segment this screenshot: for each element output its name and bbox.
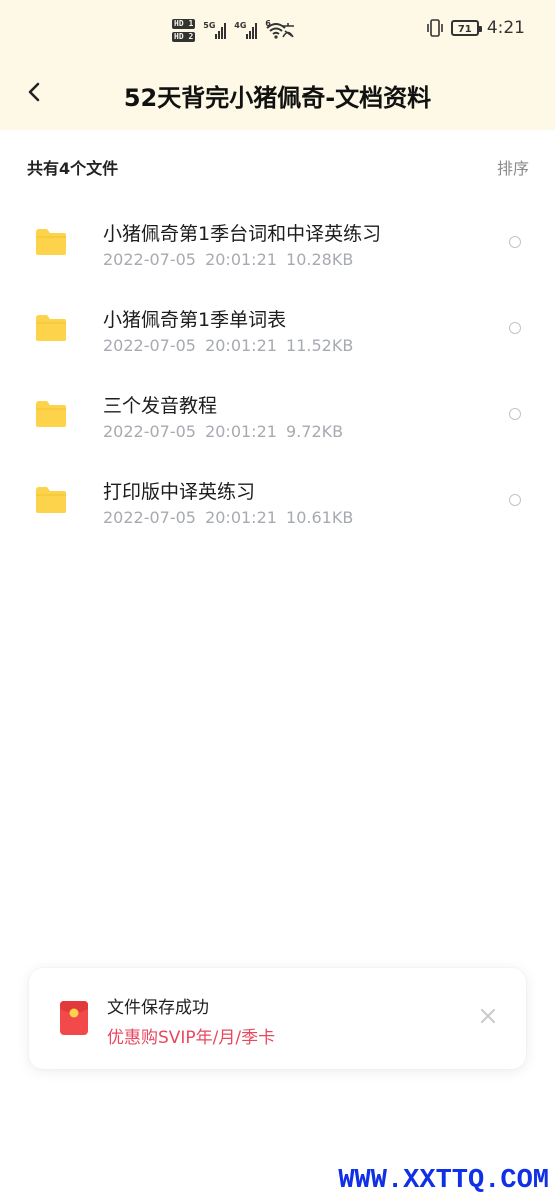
file-meta: 2022-07-05 20:01:21 9.72KB bbox=[103, 422, 344, 441]
file-count: 共有4个文件 bbox=[27, 159, 119, 178]
file-meta: 2022-07-05 20:01:21 10.28KB bbox=[103, 250, 354, 269]
toast-title: 文件保存成功 bbox=[107, 998, 209, 1018]
select-radio[interactable] bbox=[509, 494, 521, 506]
status-bar: HD 1 HD 2 5G 4G 6 71 4:21 bbox=[0, 0, 555, 64]
hd1-badge: HD 1 bbox=[172, 18, 196, 29]
svip-promo-link[interactable]: 优惠购SVIP年/月/季卡 bbox=[107, 1023, 275, 1048]
signal-icon: 4G bbox=[234, 21, 258, 39]
select-radio[interactable] bbox=[509, 236, 521, 248]
app-header: 52天背完小猪佩奇-文档资料 bbox=[0, 64, 555, 130]
red-envelope-icon bbox=[60, 1001, 88, 1035]
network-4g-label: 4G bbox=[234, 21, 247, 30]
clock: 4:21 bbox=[486, 18, 525, 38]
folder-icon bbox=[36, 315, 66, 341]
file-row[interactable]: 小猪佩奇第1季台词和中译英练习 2022-07-05 20:01:21 10.2… bbox=[0, 200, 555, 286]
status-icons: HD 1 HD 2 5G 4G 6 bbox=[172, 15, 297, 45]
hd-badges: HD 1 HD 2 bbox=[172, 18, 196, 42]
wifi-icon bbox=[265, 21, 287, 39]
folder-icon bbox=[36, 487, 66, 513]
file-name: 小猪佩奇第1季台词和中译英练习 bbox=[103, 223, 382, 245]
folder-icon bbox=[36, 401, 66, 427]
file-name: 三个发音教程 bbox=[103, 395, 218, 417]
battery-level: 71 bbox=[457, 24, 472, 35]
select-radio[interactable] bbox=[509, 408, 521, 420]
select-radio[interactable] bbox=[509, 322, 521, 334]
page-title: 52天背完小猪佩奇-文档资料 bbox=[123, 84, 432, 112]
file-row[interactable]: 打印版中译英练习 2022-07-05 20:01:21 10.61KB bbox=[0, 458, 555, 544]
folder-icon bbox=[36, 229, 66, 255]
file-meta: 2022-07-05 20:01:21 11.52KB bbox=[103, 336, 354, 355]
status-right: 71 4:21 bbox=[427, 18, 525, 38]
hd2-badge: HD 2 bbox=[172, 31, 196, 42]
file-name: 小猪佩奇第1季单词表 bbox=[103, 309, 287, 331]
vibrate-icon bbox=[427, 19, 443, 37]
file-row[interactable]: 三个发音教程 2022-07-05 20:01:21 9.72KB bbox=[0, 372, 555, 458]
battery-icon: 71 bbox=[450, 20, 482, 36]
file-name: 打印版中译英练习 bbox=[103, 481, 256, 503]
file-meta: 2022-07-05 20:01:21 10.61KB bbox=[103, 508, 354, 527]
signal-icon: 5G bbox=[203, 21, 227, 39]
file-list: 小猪佩奇第1季台词和中译英练习 2022-07-05 20:01:21 10.2… bbox=[0, 200, 555, 544]
watermark: WWW.XXTTQ.COM bbox=[338, 1166, 549, 1196]
network-5g-label: 5G bbox=[203, 21, 216, 30]
save-success-toast[interactable]: 文件保存成功 优惠购SVIP年/月/季卡 bbox=[29, 968, 526, 1069]
file-row[interactable]: 小猪佩奇第1季单词表 2022-07-05 20:01:21 11.52KB bbox=[0, 286, 555, 372]
close-icon[interactable] bbox=[480, 1008, 496, 1024]
sort-button[interactable]: 排序 bbox=[497, 155, 529, 179]
